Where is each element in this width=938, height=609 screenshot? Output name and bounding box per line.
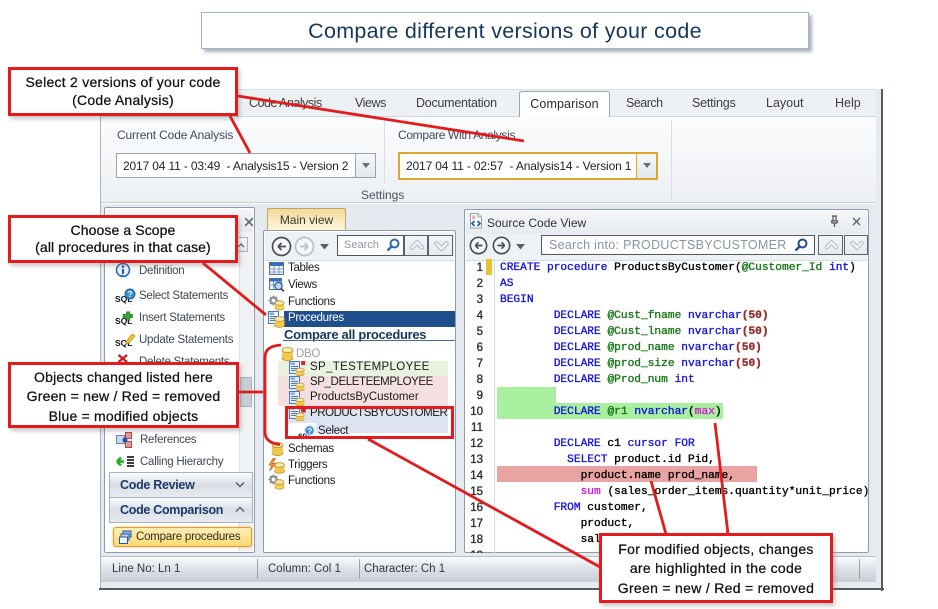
svg-text:?: ? [127,289,132,299]
